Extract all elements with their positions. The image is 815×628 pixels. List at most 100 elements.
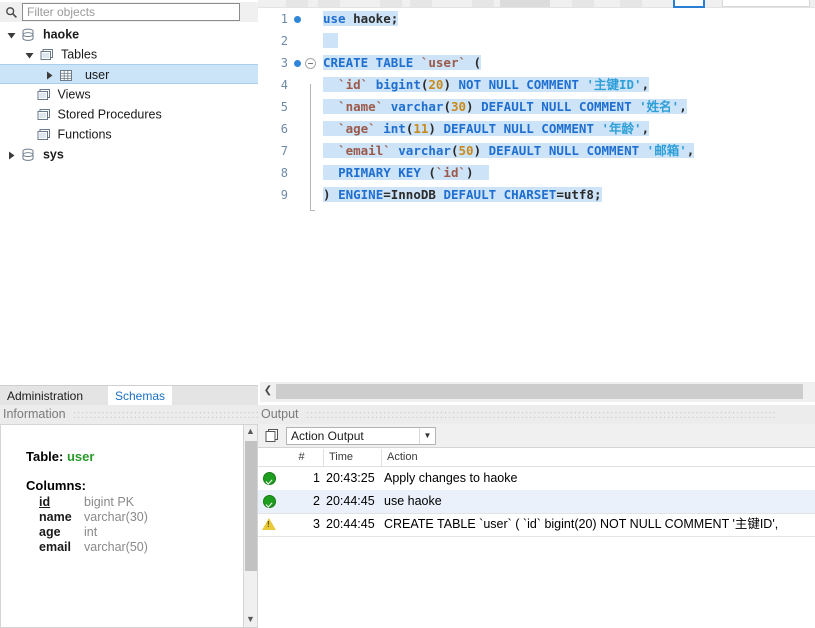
sql-editor-line[interactable]: 3 CREATE TABLE `user` ( <box>260 52 815 74</box>
output-cell-action: use haoke <box>384 494 442 508</box>
schemas-navigator-panel: haoke Tables <box>0 0 258 404</box>
sql-token: '姓名' <box>639 99 680 114</box>
output-row[interactable]: 3 20:44:45 CREATE TABLE `user` ( `id` bi… <box>258 513 815 536</box>
search-icon <box>5 6 18 19</box>
sql-editor-line[interactable]: 5 `name` varchar(30) DEFAULT NULL COMMEN… <box>260 96 815 118</box>
output-stack-icon[interactable] <box>264 428 280 444</box>
sql-token: haoke <box>353 11 391 26</box>
sql-editor-line[interactable]: 9) ENGINE=InnoDB DEFAULT CHARSET=utf8; <box>260 184 815 206</box>
scroll-left-icon[interactable]: ❮ <box>261 384 275 399</box>
sql-token <box>323 143 339 158</box>
info-column-name: id <box>39 495 51 509</box>
toolbar-search-field[interactable] <box>722 0 810 7</box>
tab-administration[interactable]: Administration <box>0 386 90 406</box>
filter-objects-input[interactable] <box>22 3 240 21</box>
information-scrollbar[interactable]: ▲ ▼ <box>243 424 258 628</box>
toolbar-button-4[interactable] <box>410 0 432 7</box>
sql-editor-lines: 1 use haoke; 2 3 CREATE TABLE `user` (4 `id… <box>260 8 815 206</box>
output-view-select[interactable]: Action Output ▼ <box>286 427 436 445</box>
tree-item-tables[interactable]: Tables <box>0 44 258 64</box>
status-warning-icon <box>262 518 276 530</box>
info-columns-list: id bigint PK name varchar(30) age int email… <box>26 495 243 555</box>
output-panel-title: Output <box>261 407 299 421</box>
line-number: 5 <box>280 100 288 114</box>
toolbar-button-8[interactable] <box>620 0 642 7</box>
chevron-right-icon[interactable] <box>42 66 56 84</box>
info-column-row: id bigint PK <box>26 495 243 510</box>
toolbar-button-2[interactable] <box>318 0 340 7</box>
chevron-down-icon[interactable]: ▼ <box>419 428 435 444</box>
sql-editor-line[interactable]: 6 `age` int(11) DEFAULT NULL COMMENT '年龄… <box>260 118 815 140</box>
folder-icon <box>39 45 57 65</box>
tab-schemas[interactable]: Schemas <box>108 386 173 406</box>
tree-item-functions[interactable]: Functions <box>0 124 258 144</box>
chevron-down-icon[interactable] <box>4 25 18 45</box>
sql-token: use <box>323 11 346 26</box>
information-panel-title: Information <box>3 407 66 421</box>
toolbar-button-6[interactable] <box>500 0 550 7</box>
output-cell-num: 1 <box>313 471 320 485</box>
breakpoint-marker-icon[interactable] <box>294 16 301 23</box>
sql-token: ; <box>593 187 602 202</box>
toolbar-button-7[interactable] <box>572 0 594 7</box>
tree-item-sys[interactable]: sys <box>0 144 258 164</box>
output-row[interactable]: 1 20:43:25 Apply changes to haoke <box>258 467 815 490</box>
tree-item-haoke[interactable]: haoke <box>0 24 258 44</box>
sql-token: DEFAULT CHARSET <box>443 187 557 202</box>
sql-editor-line[interactable]: 4 `id` bigint(20) NOT NULL COMMENT '主键ID… <box>260 74 815 96</box>
caption-dots: ::::::::::::::::::::::::::::::::::::::::… <box>302 409 777 421</box>
sql-editor-line[interactable]: 7 `email` varchar(50) DEFAULT NULL COMME… <box>260 140 815 162</box>
sql-line-code: CREATE TABLE `user` ( <box>323 52 482 74</box>
sql-editor-line[interactable]: 8 PRIMARY KEY (`id`) <box>260 162 815 184</box>
sql-editor-line[interactable]: 2 <box>260 30 815 52</box>
editor-horizontal-scrollbar[interactable]: ❮ <box>260 382 815 402</box>
tree-item-label: Stored Procedures <box>57 107 162 122</box>
folder-icon <box>36 85 54 105</box>
sql-token: ) <box>428 121 444 136</box>
info-column-name: name <box>39 510 72 524</box>
info-table-label: Table: <box>26 449 64 464</box>
breakpoint-marker-icon[interactable] <box>294 60 301 67</box>
tree-item-user[interactable]: user <box>0 64 258 84</box>
output-col-header-num: # <box>280 449 324 466</box>
sql-token: 30 <box>450 99 467 114</box>
output-cell-action: Apply changes to haoke <box>384 471 518 485</box>
sql-line-code: `age` int(11) DEFAULT NULL COMMENT '年龄', <box>323 118 650 140</box>
line-number: 4 <box>280 78 288 92</box>
scrollbar-thumb[interactable] <box>245 441 257 571</box>
output-status-col-header <box>258 449 280 466</box>
scrollbar-thumb[interactable] <box>276 384 803 399</box>
chevron-right-icon[interactable] <box>4 145 18 165</box>
toolbar-button-3[interactable] <box>380 0 402 7</box>
sql-token: ; <box>390 11 399 26</box>
information-content: Table: user Columns: id bigint PK name var… <box>0 424 243 628</box>
sql-token <box>323 165 339 180</box>
toolbar-button-active[interactable] <box>673 0 705 8</box>
fold-guide-end <box>310 210 315 211</box>
schema-tree: haoke Tables user Views Stored Procedure… <box>0 24 258 164</box>
toolbar-button-1[interactable] <box>286 0 308 7</box>
info-columns-label: Columns: <box>26 478 86 493</box>
sql-editor[interactable]: 1 use haoke; 2 3 CREATE TABLE `user` (4 `id… <box>260 8 815 380</box>
code-fold-toggle-icon[interactable] <box>305 58 316 69</box>
sql-line-code: use haoke; <box>323 8 399 30</box>
tree-item-stored-procedures[interactable]: Stored Procedures <box>0 104 258 124</box>
sql-token: `name` <box>338 99 384 114</box>
sql-token: 20 <box>428 77 444 92</box>
output-row[interactable]: 2 20:44:45 use haoke <box>258 490 815 513</box>
sql-token: varchar <box>390 99 444 114</box>
chevron-down-icon[interactable] <box>22 45 36 65</box>
sql-editor-line[interactable]: 1 use haoke; <box>260 8 815 30</box>
tree-item-views[interactable]: Views <box>0 84 258 104</box>
scroll-down-icon[interactable]: ▼ <box>244 613 257 627</box>
sql-token: 11 <box>413 121 429 136</box>
toolbar-button-5[interactable] <box>472 0 494 7</box>
line-number: 2 <box>280 34 288 48</box>
tree-item-label: Functions <box>57 127 112 142</box>
output-col-header-action: Action <box>387 451 418 463</box>
sql-line-code: `email` varchar(50) DEFAULT NULL COMMENT… <box>323 140 695 162</box>
sql-token: ) <box>323 187 339 202</box>
info-column-row: email varchar(50) <box>26 540 243 555</box>
row-separator <box>258 536 815 537</box>
scroll-up-icon[interactable]: ▲ <box>244 425 257 439</box>
